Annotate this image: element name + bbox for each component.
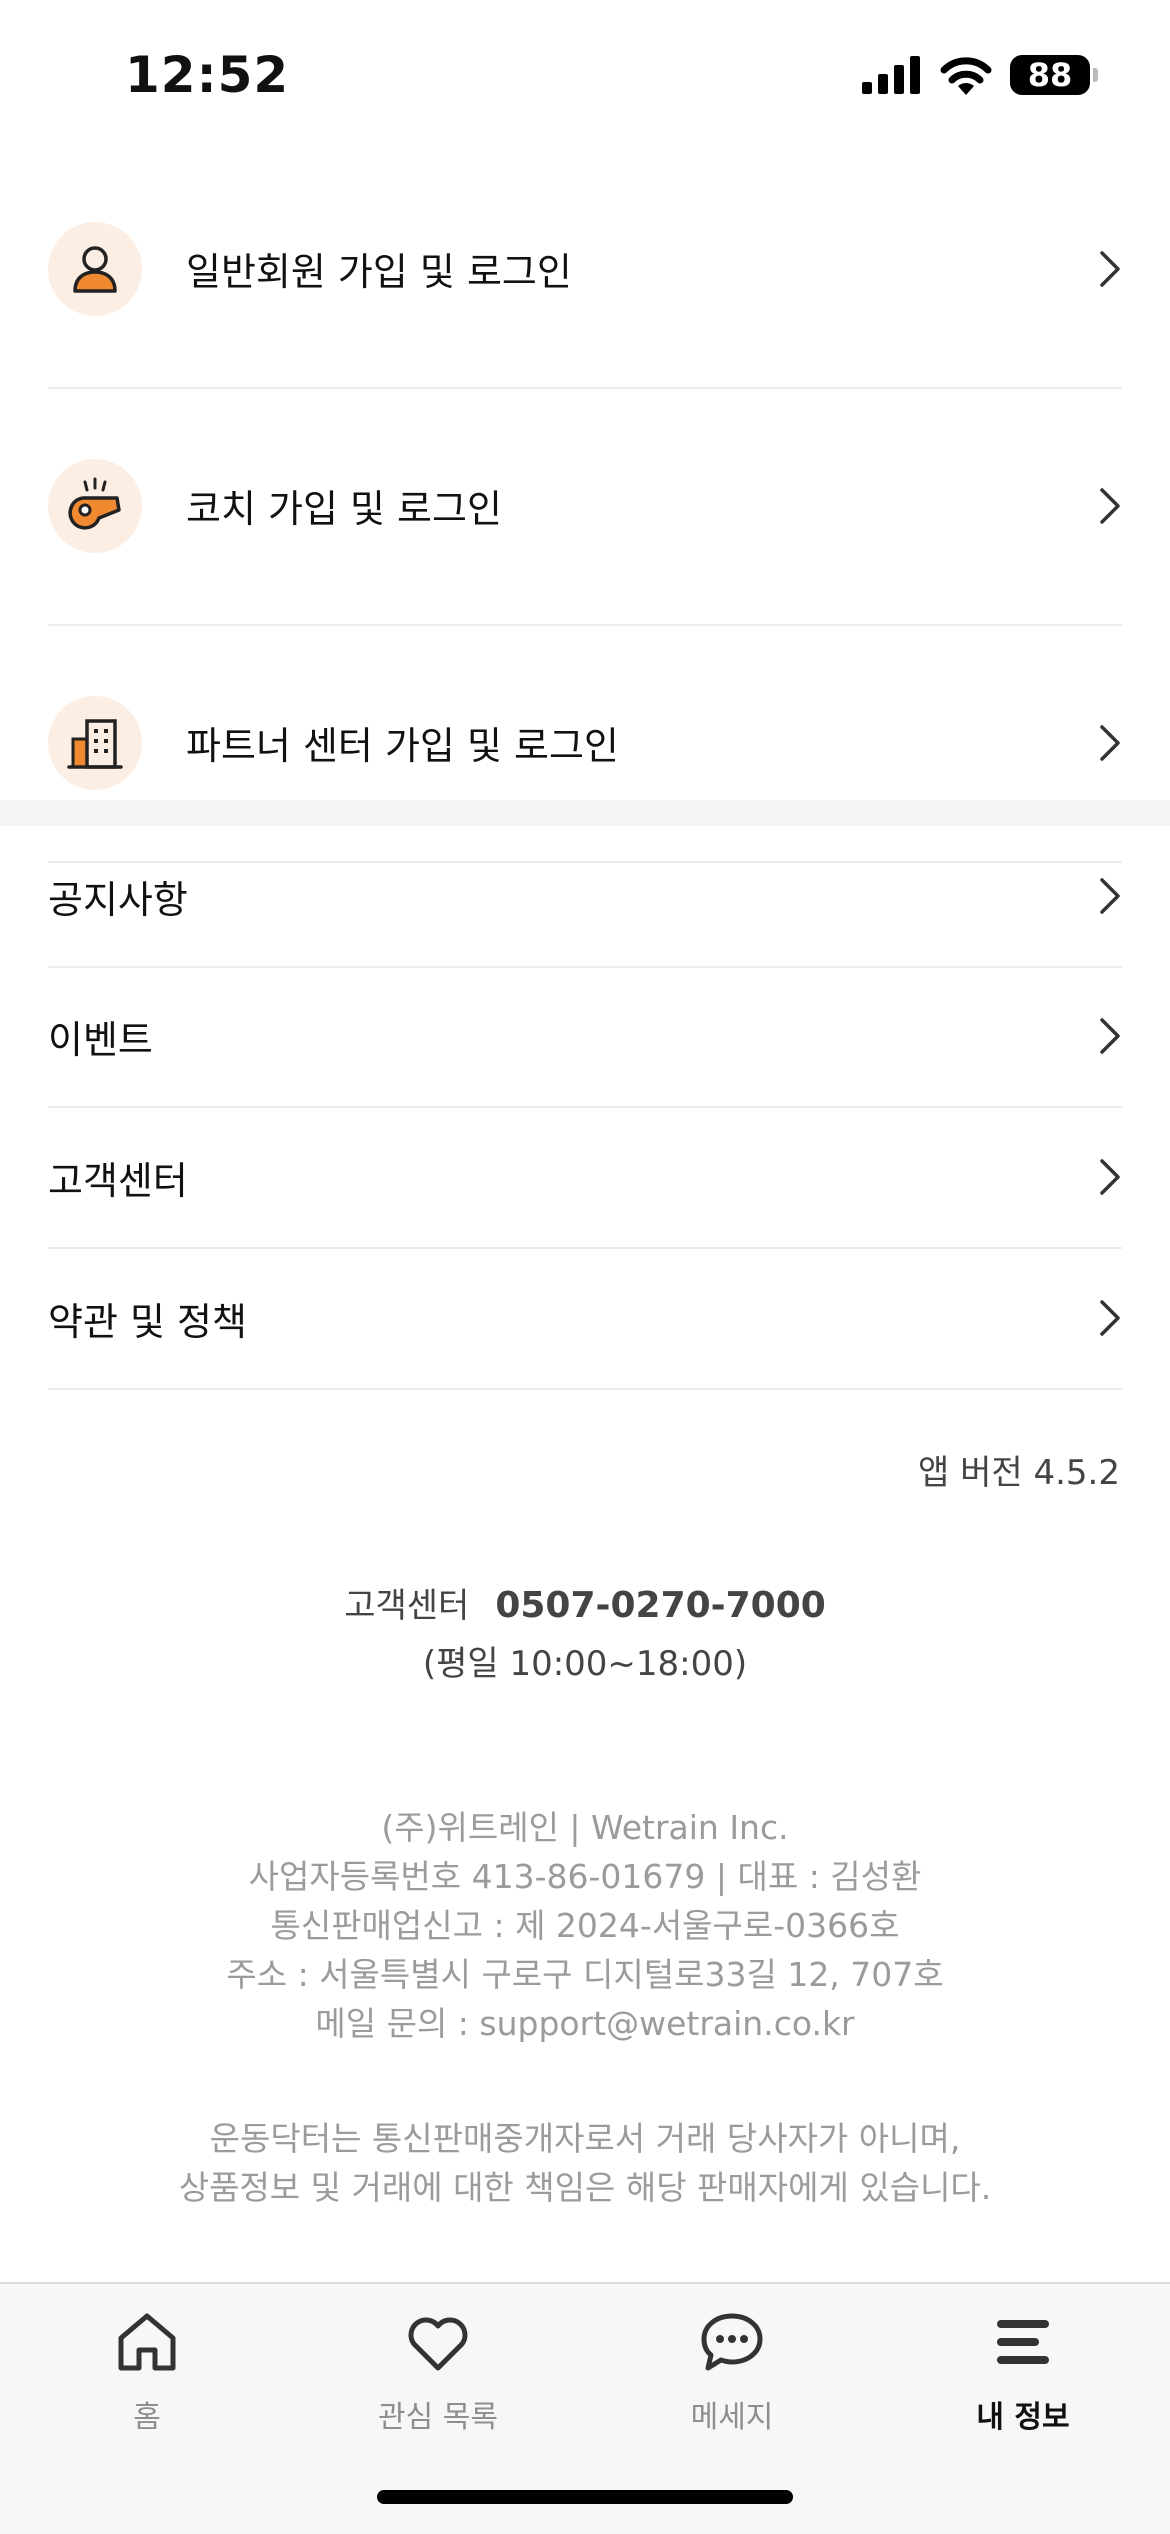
chat-bubble-icon: [701, 2313, 763, 2371]
status-time: 12:52: [125, 46, 290, 104]
menu-item-event[interactable]: 이벤트: [48, 966, 1122, 1108]
login-item-label: 파트너 센터 가입 및 로그인: [186, 724, 619, 768]
business-registration: 사업자등록번호 413-86-01679 | 대표 : 김성환: [248, 1857, 922, 1896]
menu-item-label: 고객센터: [48, 1158, 188, 1203]
chevron-right-icon: [1100, 1018, 1120, 1054]
signal-icon: [862, 56, 920, 94]
chevron-right-icon: [1100, 724, 1120, 761]
section-divider: [0, 800, 1170, 826]
menu-item-label: 약관 및 정책: [48, 1299, 247, 1344]
chevron-right-icon: [1100, 487, 1120, 524]
disclaimer-line: 상품정보 및 거래에 대한 책임은 해당 판매자에게 있습니다.: [178, 2168, 992, 2207]
contact-email: 메일 문의 : support@wetrain.co.kr: [315, 2004, 855, 2043]
chevron-right-icon: [1100, 1159, 1120, 1195]
menu-item-terms[interactable]: 약관 및 정책: [48, 1248, 1122, 1390]
menu-icon: [997, 2320, 1049, 2364]
company-info: (주)위트레인 | Wetrain Inc. 사업자등록번호 413-86-01…: [0, 1803, 1170, 2048]
heart-icon: [408, 2317, 468, 2371]
company-name: (주)위트레인 | Wetrain Inc.: [381, 1808, 789, 1847]
wifi-icon: [940, 57, 992, 95]
disclaimer: 운동닥터는 통신판매중개자로서 거래 당사자가 아니며, 상품정보 및 거래에 …: [0, 2114, 1170, 2212]
battery-level: 88: [1027, 56, 1073, 94]
status-bar: 12:52 88: [0, 0, 1170, 150]
battery-icon: 88: [1010, 55, 1098, 95]
customer-service-label: 고객센터: [344, 1586, 470, 1626]
customer-service-phone[interactable]: 0507-0270-7000: [495, 1585, 825, 1626]
app-version: 앱 버전 4.5.2: [918, 1453, 1120, 1493]
home-icon: [118, 2313, 176, 2371]
mail-order-registration: 통신판매업신고 : 제 2024-서울구로-0366호: [270, 1906, 900, 1945]
whistle-icon: [48, 458, 142, 553]
login-item-label: 일반회원 가입 및 로그인: [186, 250, 572, 294]
chevron-right-icon: [1100, 878, 1120, 914]
building-icon: [48, 695, 142, 790]
status-icons: 88: [862, 52, 1098, 98]
home-indicator: [377, 2490, 793, 2504]
tab-home[interactable]: 홈: [32, 2306, 262, 2466]
customer-service-line: 고객센터 0507-0270-7000: [0, 1578, 1170, 1627]
login-item-member[interactable]: 일반회원 가입 및 로그인: [48, 150, 1122, 389]
tab-messages[interactable]: 메세지: [617, 2306, 847, 2466]
tab-label: 내 정보: [976, 2400, 1070, 2435]
login-item-coach[interactable]: 코치 가입 및 로그인: [48, 387, 1122, 626]
login-item-label: 코치 가입 및 로그인: [186, 487, 502, 531]
disclaimer-line: 운동닥터는 통신판매중개자로서 거래 당사자가 아니며,: [209, 2119, 961, 2158]
menu-item-label: 공지사항: [48, 877, 188, 922]
tab-my-info[interactable]: 내 정보: [908, 2306, 1138, 2466]
menu-item-customer-center[interactable]: 고객센터: [48, 1107, 1122, 1249]
menu-item-label: 이벤트: [48, 1017, 153, 1062]
tab-label: 메세지: [690, 2400, 774, 2435]
customer-service-hours: (평일 10:00~18:00): [422, 1644, 748, 1684]
tab-favorites[interactable]: 관심 목록: [323, 2306, 553, 2466]
chevron-right-icon: [1100, 250, 1120, 287]
menu-item-notice[interactable]: 공지사항: [48, 826, 1122, 968]
chevron-right-icon: [1100, 1300, 1120, 1336]
tab-label: 관심 목록: [378, 2400, 498, 2435]
person-icon: [48, 221, 142, 316]
company-address: 주소 : 서울특별시 구로구 디지털로33길 12, 707호: [226, 1955, 944, 1994]
tab-label: 홈: [133, 2400, 161, 2435]
